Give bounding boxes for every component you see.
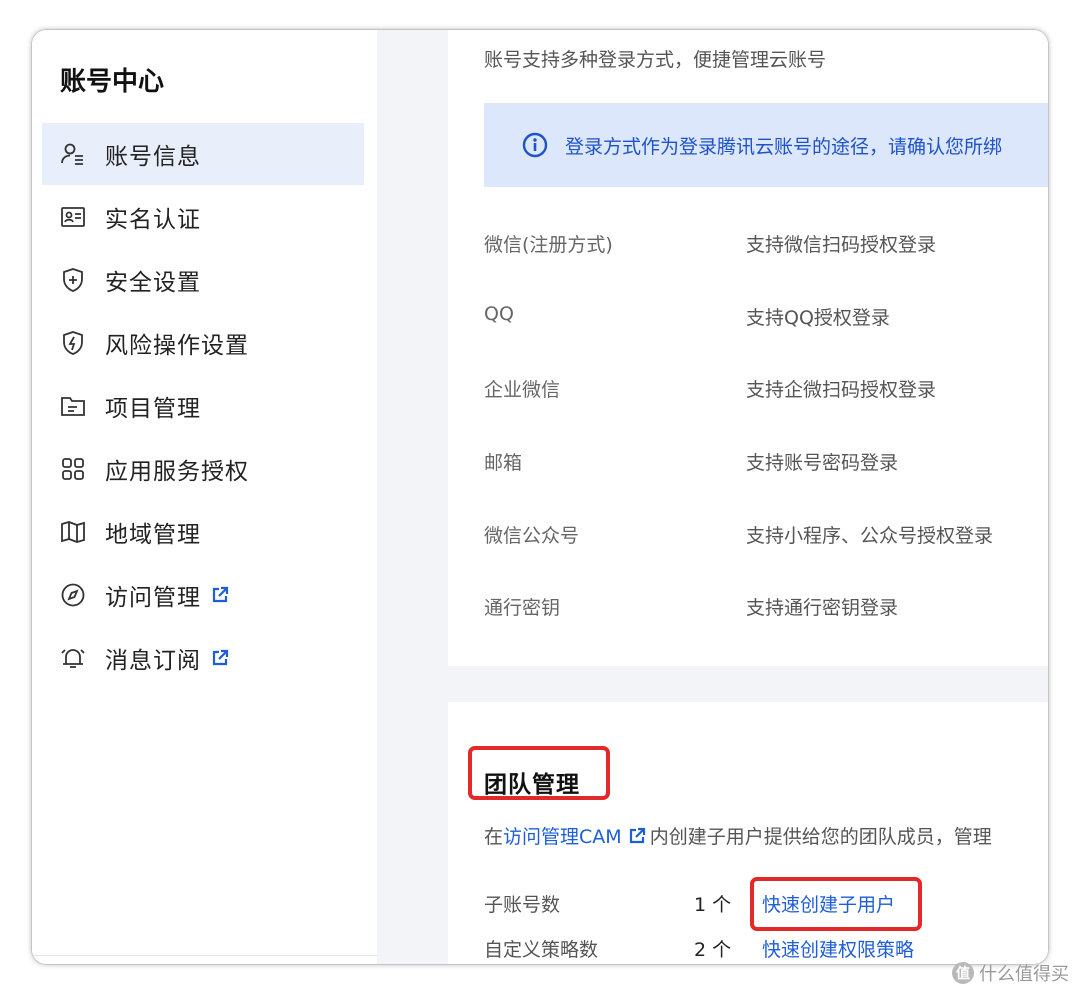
id-card-icon [60,204,86,230]
compass-icon [60,582,86,608]
login-method-desc: 支持微信扫码授权登录 [746,234,937,256]
divider [32,955,377,956]
login-method-name: 邮箱 [484,452,523,474]
login-methods-card: 账号支持多种登录方式，便捷管理云账号 登录方式作为登录腾讯云账号的途径，请确认您… [448,30,1048,666]
account-center-window: 账号中心 账号信息 实名认证 安全设置 风险操作设置 项目管理 应用服务授权 地… [32,30,1048,964]
highlight-box [468,746,610,800]
team-management-card: 团队管理 在 访问管理CAM 内创建子用户提供给您的团队成员，管理 子账号数 1… [448,702,1048,964]
external-link-icon [211,586,229,604]
sidebar-item-label: 应用服务授权 [105,459,249,485]
team-management-desc: 在 访问管理CAM 内创建子用户提供给您的团队成员，管理 [484,822,992,849]
sidebar-item-security[interactable]: 安全设置 [42,249,364,311]
sidebar-item-label: 地域管理 [105,522,201,548]
shield-bolt-icon [60,330,86,356]
sidebar-item-label: 项目管理 [105,396,201,422]
stat-count: 1 个 [694,894,732,916]
login-method-name: 企业微信 [484,379,561,401]
sidebar-item-label: 实名认证 [105,207,201,233]
info-notice: 登录方式作为登录腾讯云账号的途径，请确认您所绑 [484,103,1048,187]
sidebar-item-account-info[interactable]: 账号信息 [42,123,364,185]
sidebar-item-app-authorization[interactable]: 应用服务授权 [42,438,364,500]
login-method-desc: 支持企微扫码授权登录 [746,379,937,401]
sidebar-item-message-subscription[interactable]: 消息订阅 [42,627,364,689]
login-methods-subtitle: 账号支持多种登录方式，便捷管理云账号 [484,49,827,71]
external-link-icon[interactable] [628,827,646,845]
sidebar-title: 账号中心 [60,67,165,97]
sidebar: 账号中心 账号信息 实名认证 安全设置 风险操作设置 项目管理 应用服务授权 地… [32,30,377,964]
notice-text: 登录方式作为登录腾讯云账号的途径，请确认您所绑 [565,135,1003,158]
shield-plus-icon [60,267,86,293]
sidebar-item-label: 访问管理 [105,585,201,611]
highlight-box [750,877,922,931]
sidebar-item-risk-settings[interactable]: 风险操作设置 [42,312,364,374]
map-icon [60,519,86,545]
stat-count: 2 个 [694,939,732,961]
folder-icon [60,393,86,419]
watermark-text: 什么值得买 [979,964,1069,985]
team-desc-prefix: 在 [484,826,504,848]
sidebar-item-access-management[interactable]: 访问管理 [42,564,364,626]
sidebar-item-label: 账号信息 [105,144,201,170]
login-method-desc: 支持通行密钥登录 [746,597,899,619]
sidebar-item-label: 风险操作设置 [105,333,249,359]
apps-grid-icon [60,456,86,482]
watermark-badge: 值 [952,962,974,984]
sidebar-item-label: 安全设置 [105,270,201,296]
login-method-name: 微信(注册方式) [484,234,613,256]
info-icon [522,132,548,158]
stat-label: 自定义策略数 [484,939,599,961]
stat-label: 子账号数 [484,894,561,916]
bell-icon [60,645,86,671]
team-desc-suffix: 内创建子用户提供给您的团队成员，管理 [649,826,992,848]
sidebar-item-region[interactable]: 地域管理 [42,501,364,563]
sidebar-item-projects[interactable]: 项目管理 [42,375,364,437]
login-method-desc: 支持账号密码登录 [746,452,899,474]
external-link-icon [211,649,229,667]
login-method-desc: 支持QQ授权登录 [746,307,890,329]
sidebar-item-label: 消息订阅 [105,648,201,674]
create-policy-link[interactable]: 快速创建权限策略 [762,935,914,962]
login-method-name: 微信公众号 [484,525,580,547]
login-method-name: 通行密钥 [484,597,561,619]
user-icon [60,141,86,167]
cam-link[interactable]: 访问管理CAM [503,822,622,849]
sidebar-item-real-name[interactable]: 实名认证 [42,186,364,248]
watermark: 值 什么值得买 [952,960,1069,986]
login-method-name: QQ [484,303,514,325]
login-method-desc: 支持小程序、公众号授权登录 [746,525,994,547]
